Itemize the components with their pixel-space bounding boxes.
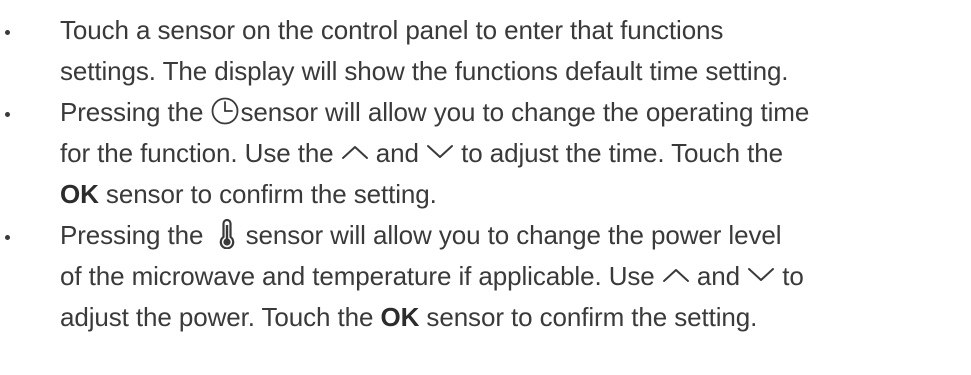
bullet [5, 30, 10, 35]
text-span: Pressing the [60, 97, 211, 127]
item-3-line-2: of the microwave and temperature if appl… [60, 256, 963, 297]
ok-label: OK [380, 302, 420, 332]
text-span: adjust the power. Touch the [60, 302, 381, 332]
text-span: sensor will allow you to change the powe… [238, 220, 782, 250]
text-span: and [689, 261, 748, 291]
text-span: to [775, 261, 804, 291]
item-3-line-1: Pressing the sensor will allow you to ch… [60, 215, 963, 256]
bullet [5, 112, 10, 117]
chevron-up-icon [662, 266, 690, 284]
ok-label: OK [60, 179, 99, 209]
clock-icon [210, 96, 240, 126]
chevron-down-icon [426, 143, 454, 161]
item-3-line-3: adjust the power. Touch the OK sensor to… [60, 297, 963, 338]
list-item: Pressing the sensor will allow you to ch… [0, 92, 971, 215]
text-span: sensor to confirm the setting. [98, 179, 437, 209]
list-item: Touch a sensor on the control panel to e… [0, 10, 971, 92]
bullet [5, 235, 10, 240]
thermometer-icon [216, 219, 238, 250]
text-span: and [368, 138, 426, 168]
text-span: for the function. Use the [60, 138, 341, 168]
item-2-line-2: for the function. Use the and to adjust … [60, 133, 963, 174]
text-span: to adjust the time. Touch the [454, 138, 783, 168]
item-2-line-1: Pressing the sensor will allow you to ch… [60, 92, 963, 133]
item-1-line-2: settings. The display will show the func… [60, 56, 789, 86]
text-span: sensor will allow you to change the oper… [240, 97, 810, 127]
text-span: sensor to confirm the setting. [419, 302, 758, 332]
list-item: Pressing the sensor will allow you to ch… [0, 215, 971, 338]
instruction-list: Touch a sensor on the control panel to e… [0, 10, 971, 338]
text-span: Pressing the [60, 220, 211, 250]
item-1-line-1: Touch a sensor on the control panel to e… [60, 15, 724, 45]
chevron-up-icon [341, 143, 369, 161]
text-span: of the microwave and temperature if appl… [60, 261, 662, 291]
item-2-line-3: OK sensor to confirm the setting. [60, 174, 963, 215]
chevron-down-icon [747, 266, 775, 284]
